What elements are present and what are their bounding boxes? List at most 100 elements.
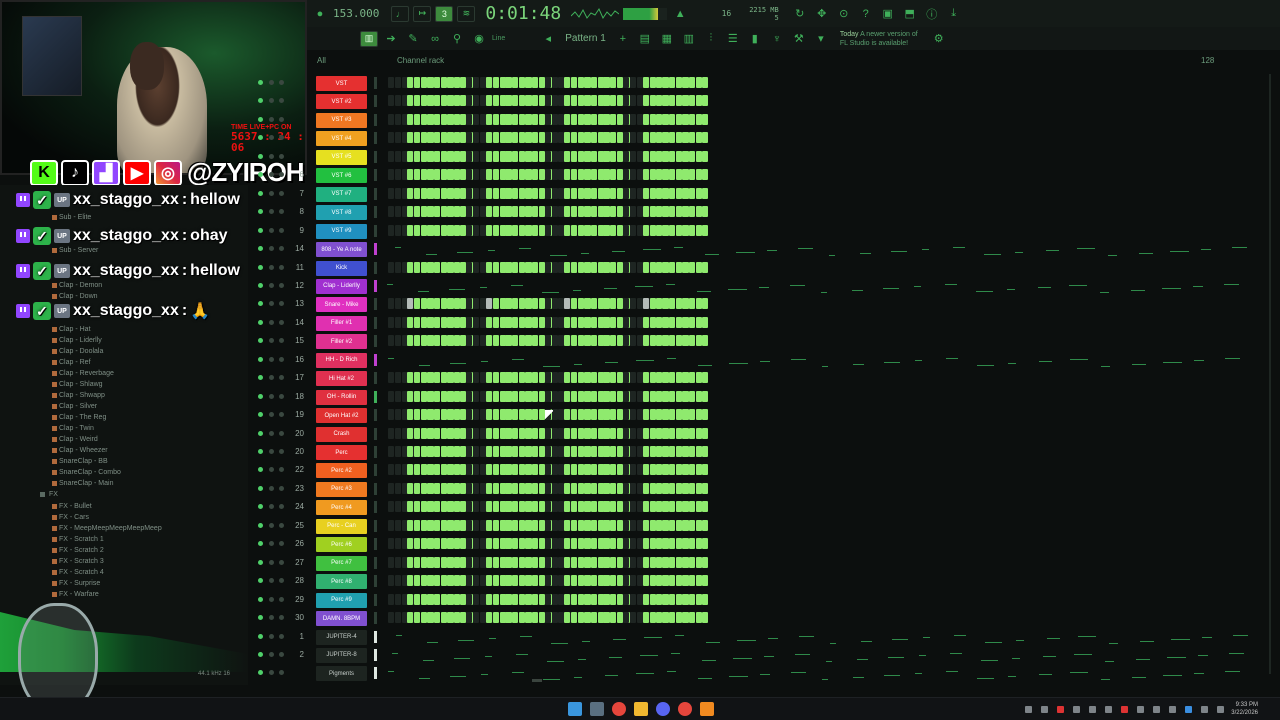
step-button[interactable] [466, 335, 473, 347]
step-button[interactable] [702, 612, 709, 624]
step-button[interactable] [433, 501, 440, 513]
step-button[interactable] [662, 95, 669, 107]
step-button[interactable] [583, 150, 590, 162]
step-button[interactable] [446, 519, 453, 531]
volume-knob[interactable] [279, 559, 284, 565]
step-button[interactable] [531, 575, 538, 587]
step-button[interactable] [688, 464, 695, 476]
step-button[interactable] [394, 372, 401, 384]
bluetooth-icon[interactable] [1185, 706, 1192, 713]
step-button[interactable] [583, 372, 590, 384]
mixer-track-number[interactable]: 2 [290, 650, 304, 659]
step-button[interactable] [538, 169, 545, 181]
channel-select-bar[interactable] [374, 77, 377, 89]
plugin-icon[interactable]: ✥ [813, 6, 831, 22]
step-button[interactable] [414, 95, 421, 107]
step-button[interactable] [433, 538, 440, 550]
mute-led-icon[interactable] [258, 172, 263, 178]
step-button[interactable] [387, 169, 394, 181]
step-button[interactable] [583, 95, 590, 107]
step-button[interactable] [433, 77, 440, 88]
step-button[interactable] [427, 427, 434, 439]
step-button[interactable] [544, 372, 551, 384]
tray-icon-3[interactable] [1057, 706, 1064, 713]
step-button[interactable] [681, 464, 688, 476]
step-button[interactable] [427, 95, 434, 107]
draw-icon[interactable]: ✎ [404, 31, 422, 47]
mixer-track-number[interactable]: 16 [290, 355, 304, 364]
browser-item[interactable]: FX - Surprise [52, 580, 100, 587]
step-button[interactable] [623, 409, 630, 421]
step-button[interactable] [636, 446, 643, 457]
step-button[interactable] [525, 224, 532, 236]
step-button[interactable] [387, 132, 394, 144]
step-button[interactable] [453, 316, 460, 328]
step-button[interactable] [636, 575, 643, 587]
step-button[interactable] [538, 612, 545, 624]
step-button[interactable] [695, 427, 702, 439]
step-button[interactable] [407, 593, 414, 605]
step-button[interactable] [394, 482, 401, 494]
step-button[interactable] [473, 298, 480, 310]
mute-led-icon[interactable] [258, 651, 263, 657]
channel-select-bar[interactable] [374, 224, 377, 237]
step-button[interactable] [394, 224, 401, 236]
step-button[interactable] [525, 316, 532, 328]
step-button[interactable] [571, 612, 578, 624]
step-button[interactable] [669, 261, 676, 273]
step-button[interactable] [603, 150, 610, 162]
step-button[interactable] [702, 132, 709, 144]
step-button[interactable] [538, 464, 545, 476]
channel-button[interactable]: Perc #8 [316, 574, 367, 590]
step-button[interactable] [649, 113, 656, 125]
step-button[interactable] [512, 113, 519, 125]
snap-label[interactable]: Line [492, 35, 505, 42]
step-button[interactable] [590, 612, 597, 624]
step-button[interactable] [623, 169, 630, 181]
step-button[interactable] [433, 150, 440, 162]
plugin-picker-icon[interactable]: ♆ [768, 31, 786, 47]
mixer-track-number[interactable]: 28 [290, 576, 304, 585]
step-button[interactable] [681, 409, 688, 421]
channel-button[interactable]: Perc #9 [316, 592, 367, 608]
step-button[interactable] [492, 132, 499, 144]
step-button[interactable] [702, 316, 709, 328]
step-button[interactable] [695, 206, 702, 218]
step-button[interactable] [394, 206, 401, 218]
step-button[interactable] [590, 538, 597, 550]
step-button[interactable] [505, 113, 512, 125]
step-button[interactable] [446, 169, 453, 181]
channel-button[interactable]: Filler #2 [316, 334, 367, 350]
step-button[interactable] [695, 113, 702, 125]
step-button[interactable] [695, 390, 702, 402]
step-button[interactable] [571, 427, 578, 439]
step-button[interactable] [538, 538, 545, 550]
step-button[interactable] [669, 113, 676, 125]
step-button[interactable] [440, 482, 447, 494]
step-button[interactable] [446, 261, 453, 273]
step-button[interactable] [505, 482, 512, 494]
step-button[interactable] [440, 464, 447, 476]
step-button[interactable] [525, 519, 532, 531]
step-button[interactable] [544, 464, 551, 476]
step-button[interactable] [466, 77, 473, 88]
step-button[interactable] [446, 612, 453, 624]
step-button[interactable] [603, 519, 610, 531]
mixer-track-number[interactable]: 29 [290, 595, 304, 604]
step-button[interactable] [681, 77, 688, 88]
step-button[interactable] [571, 390, 578, 402]
step-button[interactable] [629, 298, 636, 310]
step-button[interactable] [702, 482, 709, 494]
step-button[interactable] [525, 335, 532, 347]
step-button[interactable] [669, 187, 676, 199]
step-button[interactable] [695, 316, 702, 328]
volume-knob[interactable] [279, 596, 284, 602]
step-button[interactable] [610, 335, 617, 347]
volume-knob[interactable] [279, 264, 284, 270]
channel-select-bar[interactable] [374, 482, 377, 495]
step-button[interactable] [427, 446, 434, 457]
step-button[interactable] [485, 77, 492, 88]
step-button[interactable] [695, 298, 702, 310]
channel-select-bar[interactable] [374, 132, 377, 145]
step-button[interactable] [603, 169, 610, 181]
